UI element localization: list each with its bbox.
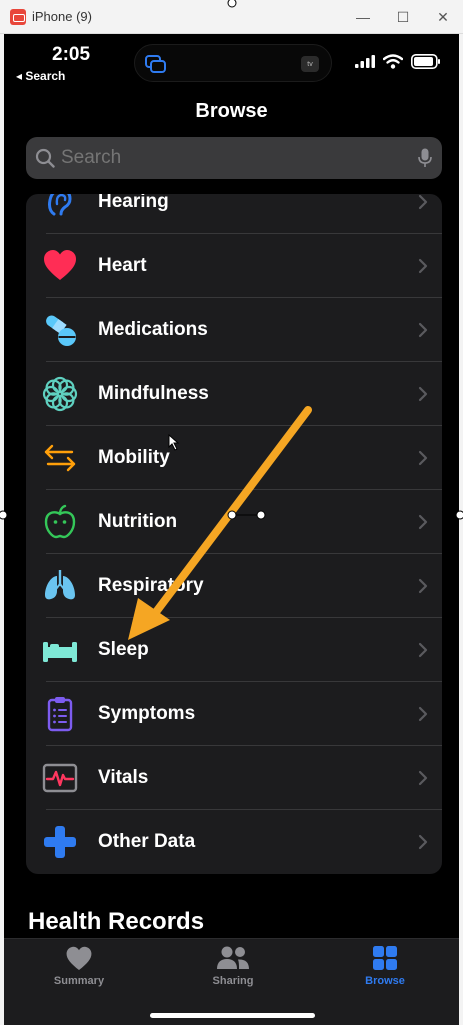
heart-icon: [44, 250, 76, 280]
section-title-health-records: Health Records: [28, 908, 205, 935]
category-label: Mobility: [98, 447, 170, 468]
status-time: 2:05: [52, 44, 91, 65]
phone-screen: 2:05 ◂ Search tv Browse Search Hearing H…: [4, 34, 459, 1025]
tab-summary[interactable]: Summary: [24, 945, 134, 1001]
pip-icon: [145, 55, 166, 73]
chevron-right-icon: [418, 770, 428, 786]
browse-category-list: Hearing Heart Medications Mindfulness Mo…: [26, 194, 442, 874]
app-icon: [10, 8, 26, 25]
category-label: Respiratory: [98, 575, 204, 596]
category-row-mobility[interactable]: Mobility: [26, 426, 442, 490]
category-label: Sleep: [98, 639, 149, 660]
plus-icon: [44, 826, 76, 858]
category-row-other-data[interactable]: Other Data: [26, 810, 442, 874]
category-row-vitals[interactable]: Vitals: [26, 746, 442, 810]
category-label: Other Data: [98, 831, 196, 852]
category-row-symptoms[interactable]: Symptoms: [26, 682, 442, 746]
dynamic-island[interactable]: tv: [134, 44, 332, 82]
battery-icon: [411, 54, 440, 69]
category-label: Heart: [98, 255, 147, 276]
home-indicator[interactable]: [150, 1013, 315, 1018]
lungs-icon: [45, 570, 75, 600]
people-icon: [217, 946, 249, 969]
chevron-right-icon: [418, 322, 428, 338]
category-row-sleep[interactable]: Sleep: [26, 618, 442, 682]
category-row-mindfulness[interactable]: Mindfulness: [26, 362, 442, 426]
category-label: Nutrition: [98, 511, 178, 532]
apple-icon: [44, 504, 76, 539]
chevron-right-icon: [418, 194, 428, 210]
search-input[interactable]: [61, 147, 401, 169]
chevron-right-icon: [418, 258, 428, 274]
tab-label: Sharing: [212, 975, 254, 987]
category-row-medications[interactable]: Medications: [26, 298, 442, 362]
chevron-right-icon: [418, 386, 428, 402]
clipboard-icon: [47, 697, 73, 732]
chevron-right-icon: [418, 578, 428, 594]
category-row-respiratory[interactable]: Respiratory: [26, 554, 442, 618]
category-label: Mindfulness: [98, 383, 209, 404]
maximize-button[interactable]: ☐: [383, 0, 423, 34]
tab-browse[interactable]: Browse: [330, 945, 440, 1001]
window-frame-right: [459, 34, 463, 1025]
window-titlebar: iPhone (9) — ☐ ✕: [0, 0, 463, 34]
vitals-icon: [42, 763, 78, 793]
chevron-right-icon: [418, 834, 428, 850]
tab-label: Summary: [53, 975, 105, 987]
category-label: Symptoms: [98, 703, 196, 724]
arrows-icon: [44, 444, 76, 472]
ear-icon: [48, 194, 72, 216]
category-row-nutrition[interactable]: Nutrition: [26, 490, 442, 554]
category-row-hearing[interactable]: Hearing: [26, 194, 442, 234]
minimize-button[interactable]: —: [343, 0, 383, 34]
category-label: Medications: [98, 319, 208, 340]
category-row-heart[interactable]: Heart: [26, 234, 442, 298]
bed-icon: [43, 642, 77, 662]
tab-label: Browse: [365, 975, 405, 987]
microphone-icon[interactable]: [418, 148, 432, 168]
search-icon: [35, 148, 55, 168]
signal-icon: [355, 55, 375, 68]
window-title: iPhone (9): [32, 9, 92, 24]
wifi-icon: [383, 54, 403, 69]
chevron-right-icon: [418, 706, 428, 722]
tab-sharing[interactable]: Sharing: [178, 945, 288, 1001]
pills-icon: [46, 315, 76, 346]
page-title: Browse: [195, 100, 268, 122]
search-bar[interactable]: [26, 137, 442, 179]
apple-tv-badge: tv: [301, 56, 319, 72]
heart-icon: [66, 946, 92, 971]
status-indicators: [355, 54, 441, 69]
flower-icon: [42, 376, 78, 412]
category-label: Vitals: [98, 767, 149, 788]
window-controls: — ☐ ✕: [343, 0, 463, 34]
tab-bar: Summary Sharing Browse: [4, 938, 459, 1025]
close-button[interactable]: ✕: [423, 0, 463, 34]
chevron-right-icon: [418, 514, 428, 530]
grid-icon: [373, 946, 397, 970]
category-label: Hearing: [98, 194, 169, 212]
chevron-right-icon: [418, 450, 428, 466]
chevron-right-icon: [418, 642, 428, 658]
back-to-search-link[interactable]: ◂ Search: [16, 69, 65, 83]
